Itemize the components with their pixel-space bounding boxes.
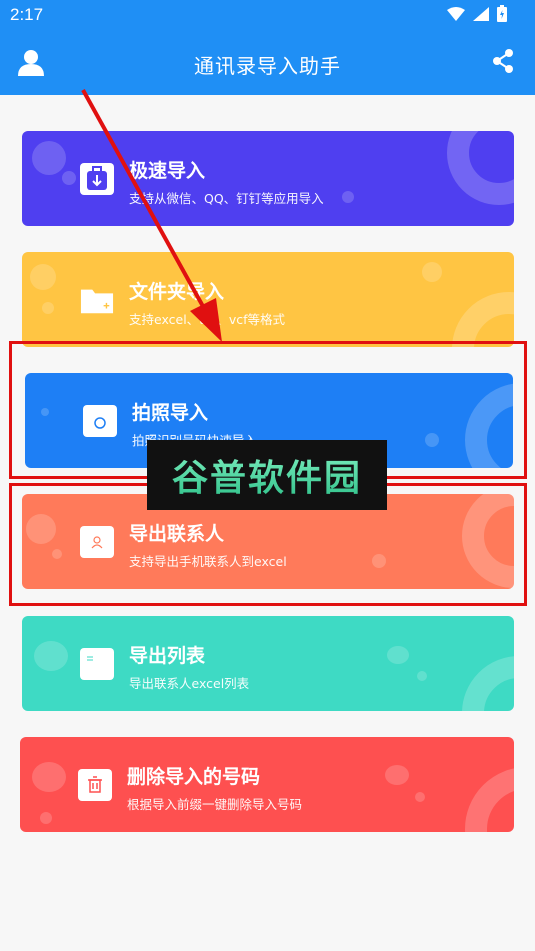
card-subtitle: 支持excel、txt、vcf等格式 — [129, 312, 286, 327]
card-subtitle: 支持从微信、QQ、钉钉等应用导入 — [129, 191, 324, 206]
card-export-list[interactable]: 导出列表 导出联系人excel列表 — [22, 616, 514, 711]
watermark-logo: 谷普软件园 — [147, 440, 387, 510]
watermark-text: 谷普软件园 — [172, 449, 362, 501]
share-icon[interactable] — [492, 48, 514, 74]
card-title: 极速导入 — [129, 160, 206, 182]
card-title: 导出列表 — [129, 645, 206, 667]
app-bar: 通讯录导入助手 — [0, 30, 535, 95]
wifi-icon — [447, 6, 465, 21]
card-title: 删除导入的号码 — [127, 766, 261, 788]
card-folder-import[interactable]: 文件夹导入 支持excel、txt、vcf等格式 — [22, 252, 514, 347]
battery-icon — [497, 5, 507, 22]
card-subtitle: 根据导入前缀一键删除导入号码 — [127, 797, 303, 812]
card-fast-import[interactable]: 极速导入 支持从微信、QQ、钉钉等应用导入 — [22, 131, 514, 226]
signal-icon — [473, 6, 489, 21]
card-delete-imported[interactable]: 删除导入的号码 根据导入前缀一键删除导入号码 — [20, 737, 514, 832]
card-title: 文件夹导入 — [129, 281, 225, 303]
import-icon — [80, 163, 114, 195]
folder-icon — [80, 284, 114, 316]
status-bar: 2:17 — [0, 0, 535, 30]
status-time: 2:17 — [10, 5, 44, 24]
card-subtitle: 导出联系人excel列表 — [129, 676, 250, 691]
list-icon — [80, 648, 114, 680]
page-title: 通讯录导入助手 — [194, 54, 341, 78]
trash-icon — [78, 769, 112, 801]
